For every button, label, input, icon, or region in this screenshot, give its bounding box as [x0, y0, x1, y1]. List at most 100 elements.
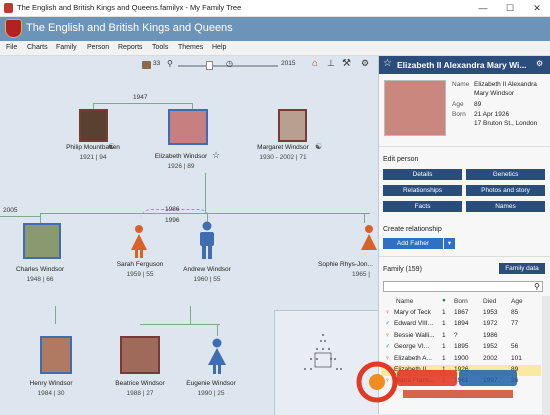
- menu-family[interactable]: Family: [56, 44, 77, 51]
- timeline-slider-thumb[interactable]: [206, 61, 213, 70]
- portrait-philip[interactable]: [79, 109, 108, 142]
- star-icon[interactable]: ☆: [212, 150, 220, 161]
- family-list-row[interactable]: ♀ Bessie Walli... 1? 1986: [381, 331, 541, 342]
- zoom-icon[interactable]: ⚲: [167, 59, 173, 68]
- person-dates: 1965 |: [352, 271, 370, 278]
- photos-story-button[interactable]: Photos and story: [466, 185, 545, 196]
- family-cell-born: 1894: [454, 320, 469, 328]
- family-cell-n: 1: [442, 320, 446, 328]
- maximize-button[interactable]: ☐: [503, 2, 517, 14]
- gender-icon: ♀: [385, 309, 390, 316]
- panel-header: ☆ Elizabeth II Alexandra Mary Wi... ⚙: [379, 56, 550, 74]
- gender-icon: ♂: [385, 343, 390, 351]
- family-cell-name: Edward VIII...: [394, 320, 434, 328]
- family-list-row[interactable]: ♀ Mary of Teck 1 1867 1953 85: [381, 308, 541, 319]
- connector-line: [40, 213, 41, 223]
- female-person-icon[interactable]: [130, 224, 148, 258]
- details-button[interactable]: Details: [383, 169, 462, 180]
- portrait-elizabeth[interactable]: [168, 109, 208, 145]
- family-list-row[interactable]: ♂ George VI... 1 1895 1952 56: [381, 342, 541, 353]
- genetics-button[interactable]: Genetics: [466, 169, 545, 180]
- field-value: 21 Apr 1926: [474, 111, 510, 118]
- divider: [379, 256, 550, 257]
- portrait-charles[interactable]: [23, 223, 61, 259]
- site-watermark-logo: [356, 361, 517, 403]
- field-label: Born: [452, 111, 466, 118]
- portrait-henry[interactable]: [40, 336, 72, 374]
- add-relationship-dropdown[interactable]: ▾: [444, 238, 455, 249]
- gender-icon: ♂: [385, 320, 390, 328]
- generations-icon: [142, 61, 151, 69]
- star-icon[interactable]: ☆: [383, 58, 392, 69]
- family-data-button[interactable]: Family data: [499, 263, 545, 274]
- tools-icon[interactable]: ⚒: [342, 58, 351, 69]
- column-header-name[interactable]: Name: [396, 298, 413, 305]
- menu-person[interactable]: Person: [87, 44, 109, 51]
- gear-icon[interactable]: ⚙: [536, 59, 543, 68]
- edit-person-heading: Edit person: [383, 156, 419, 163]
- family-list-scrollbar[interactable]: [542, 296, 550, 414]
- family-list-row[interactable]: ♂ Edward VIII... 1 1894 1972 77: [381, 319, 541, 330]
- column-header-age[interactable]: Age: [511, 298, 523, 305]
- portrait-margaret[interactable]: [278, 109, 307, 142]
- timeline-year: 2015: [281, 60, 296, 67]
- tree-layout-icon[interactable]: ⊥: [327, 58, 335, 69]
- close-button[interactable]: ✕: [530, 2, 544, 14]
- menu-reports[interactable]: Reports: [118, 44, 143, 51]
- female-person-icon[interactable]: [207, 338, 227, 374]
- relationships-button[interactable]: Relationships: [383, 185, 462, 196]
- female-person-icon[interactable]: [360, 224, 378, 258]
- menu-tools[interactable]: Tools: [152, 44, 168, 51]
- leaf-icon: ●: [442, 297, 446, 304]
- menu-help[interactable]: Help: [212, 44, 226, 51]
- search-icon[interactable]: ⚲: [534, 282, 540, 291]
- menu-charts[interactable]: Charts: [27, 44, 48, 51]
- portrait-selected[interactable]: [384, 80, 446, 136]
- family-cell-died: 1953: [483, 309, 498, 316]
- home-icon[interactable]: ⌂: [312, 58, 318, 69]
- person-dates: 1930 - 2002 | 71: [259, 154, 307, 161]
- gender-icon: ♀: [385, 331, 390, 339]
- family-cell-died: 1952: [483, 343, 498, 351]
- person-name[interactable]: Philip Mountbatten: [43, 144, 143, 151]
- family-cell-age: 77: [511, 320, 519, 328]
- field-label: Age: [452, 101, 464, 108]
- marriage-line: [93, 103, 193, 104]
- male-person-icon[interactable]: [197, 221, 217, 259]
- portrait-beatrice[interactable]: [120, 336, 160, 374]
- family-count: Family (159): [383, 266, 422, 273]
- person-name[interactable]: Charles Windsor: [0, 266, 80, 273]
- descent-line: [205, 173, 206, 213]
- marriage-year: 1947: [133, 94, 148, 101]
- menu-bar: File Charts Family Person Reports Tools …: [0, 41, 550, 56]
- family-search-input[interactable]: ⚲: [383, 281, 543, 292]
- family-icon[interactable]: ☯: [108, 142, 115, 151]
- column-header-born[interactable]: Born: [454, 298, 468, 305]
- family-cell-age: 85: [511, 309, 519, 316]
- person-name[interactable]: Eugenie Windsor: [166, 380, 256, 387]
- family-cell-n: 1: [442, 343, 446, 351]
- minimize-button[interactable]: —: [476, 2, 490, 14]
- spouse-line: [0, 216, 40, 217]
- family-cell-died: 1986: [483, 331, 498, 339]
- field-label: Name: [452, 81, 470, 88]
- document-title: The English and British Kings and Queens: [26, 22, 233, 34]
- family-cell-n: 1: [442, 331, 446, 339]
- clock-icon[interactable]: ◷: [226, 59, 233, 68]
- names-button[interactable]: Names: [466, 201, 545, 212]
- column-header-died[interactable]: Died: [483, 298, 496, 305]
- person-name[interactable]: Henry Windsor: [6, 380, 96, 387]
- person-dates: 1948 | 66: [26, 276, 54, 283]
- menu-themes[interactable]: Themes: [178, 44, 203, 51]
- connector-line: [217, 324, 218, 336]
- person-name[interactable]: Andrew Windsor: [162, 266, 252, 273]
- add-father-button[interactable]: Add Father: [383, 238, 443, 249]
- settings-icon[interactable]: ⚙: [361, 58, 369, 69]
- person-name[interactable]: Sophie Rhys-Jon...: [318, 261, 378, 268]
- family-cell-name: Mary of Teck: [394, 309, 431, 316]
- menu-file[interactable]: File: [6, 44, 17, 51]
- family-tree-canvas[interactable]: 33 ⚲ ◷ 2015 ⌂ ⊥ ⚒ ⚙ 1947 2005 1986 1996 …: [0, 56, 379, 415]
- document-header: The English and British Kings and Queens: [0, 17, 550, 41]
- facts-button[interactable]: Facts: [383, 201, 462, 212]
- family-icon[interactable]: ☯: [315, 142, 322, 151]
